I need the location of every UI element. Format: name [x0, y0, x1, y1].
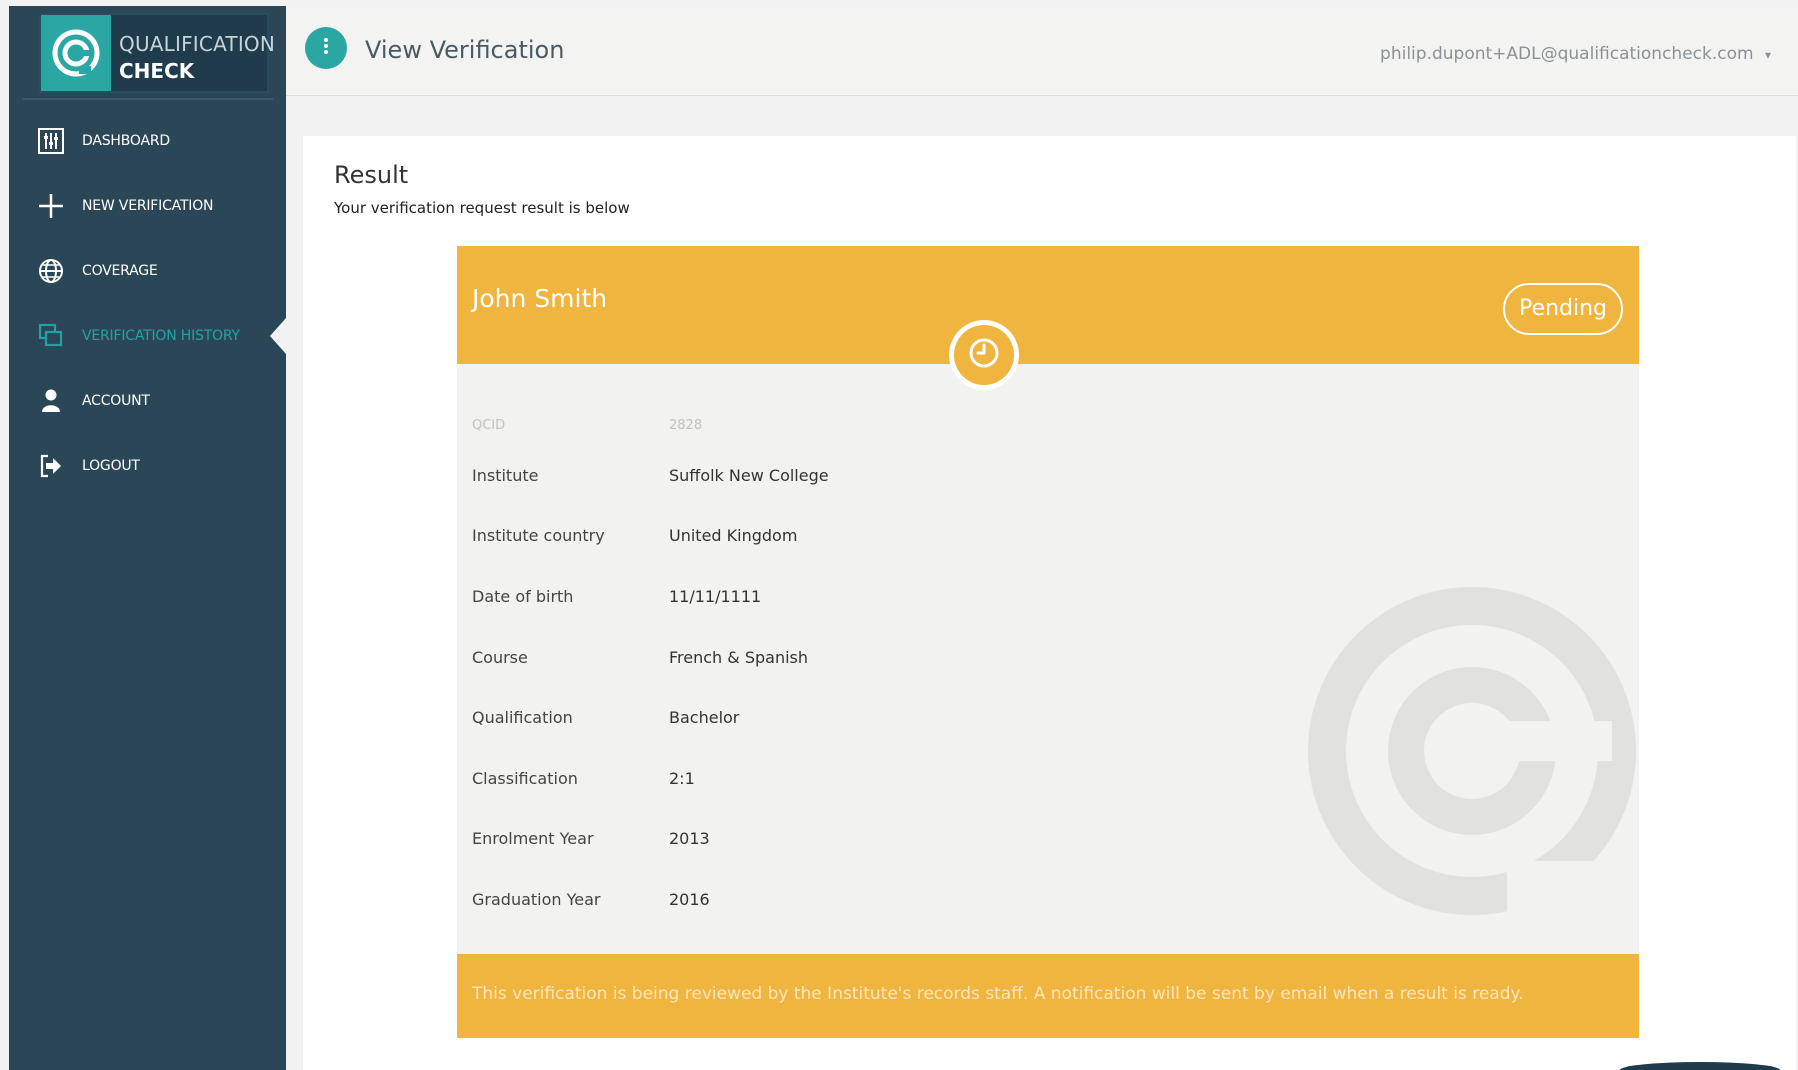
user-email: philip.dupont+ADL@qualificationcheck.com	[1380, 44, 1754, 64]
main-panel: Result Your verification request result …	[303, 136, 1796, 1070]
field-value: 11/11/1111	[669, 587, 762, 606]
sidebar-item-coverage[interactable]: COVERAGE	[9, 246, 286, 296]
field-label: Classification	[472, 769, 578, 788]
field-value: Bachelor	[669, 708, 740, 727]
sidebar-item-verification-history[interactable]: VERIFICATION HISTORY	[9, 311, 286, 361]
candidate-name: John Smith	[472, 284, 608, 313]
user-icon	[37, 387, 65, 415]
top-header: View Verification philip.dupont+ADL@qual…	[286, 6, 1798, 96]
field-label: Course	[472, 648, 528, 667]
brand-name-line2: CHECK	[119, 59, 195, 83]
field-label: Qualification	[472, 708, 573, 727]
result-title: Result	[334, 161, 409, 189]
brand-name-line1: QUALIFICATION	[119, 32, 276, 56]
user-menu[interactable]: philip.dupont+ADL@qualificationcheck.com…	[1380, 44, 1771, 64]
sidebar-divider	[23, 98, 273, 100]
card-header: John Smith Pending	[457, 246, 1639, 364]
field-value: Suffolk New College	[669, 466, 829, 485]
sidebar-item-label: DASHBOARD	[82, 133, 170, 149]
sidebar-item-dashboard[interactable]: DASHBOARD	[9, 116, 286, 166]
card-footer: This verification is being reviewed by t…	[457, 954, 1639, 1038]
field-value: French & Spanish	[669, 648, 809, 667]
watermark-logo-icon	[1308, 587, 1637, 941]
qcid-value: 2828	[669, 418, 703, 433]
sliders-icon	[37, 127, 65, 155]
field-value: United Kingdom	[669, 526, 798, 545]
clock-icon	[967, 336, 1001, 374]
result-subtitle: Your verification request result is belo…	[334, 199, 630, 217]
more-vertical-icon	[323, 37, 329, 59]
sidebar-item-logout[interactable]: LOGOUT	[9, 441, 286, 491]
sidebar-item-label: NEW VERIFICATION	[82, 198, 214, 214]
brand-logo[interactable]: QUALIFICATION CHECK	[39, 13, 275, 93]
field-label: Institute	[472, 466, 539, 485]
status-clock	[949, 320, 1019, 390]
globe-icon	[37, 257, 65, 285]
qcid-label: QCID	[472, 418, 506, 433]
verification-card: John Smith Pending QCID 2828 Institute S…	[457, 246, 1639, 1038]
status-message: This verification is being reviewed by t…	[472, 984, 1524, 1004]
sidebar-item-label: VERIFICATION HISTORY	[82, 328, 240, 344]
sidebar-item-label: ACCOUNT	[82, 393, 150, 409]
sidebar: QUALIFICATION CHECK DASHBOARD NEW VERIFI…	[9, 6, 286, 1070]
brand-logo-icon	[41, 15, 111, 91]
field-label: Institute country	[472, 526, 605, 545]
sidebar-item-label: LOGOUT	[82, 458, 140, 474]
sidebar-item-account[interactable]: ACCOUNT	[9, 376, 286, 426]
plus-icon	[37, 192, 65, 220]
menu-button[interactable]	[305, 27, 347, 69]
field-value: 2016	[669, 890, 710, 909]
status-badge: Pending	[1503, 283, 1623, 335]
field-label: Enrolment Year	[472, 829, 594, 848]
field-label: Date of birth	[472, 587, 574, 606]
logout-icon	[37, 452, 65, 480]
sidebar-item-label: COVERAGE	[82, 263, 158, 279]
field-value: 2:1	[669, 769, 695, 788]
page-title: View Verification	[365, 36, 565, 64]
history-icon	[37, 322, 65, 350]
field-value: 2013	[669, 829, 710, 848]
field-label: Graduation Year	[472, 890, 601, 909]
chevron-down-icon: ▾	[1764, 48, 1771, 62]
active-indicator	[270, 318, 286, 354]
sidebar-item-new-verification[interactable]: NEW VERIFICATION	[9, 181, 286, 231]
